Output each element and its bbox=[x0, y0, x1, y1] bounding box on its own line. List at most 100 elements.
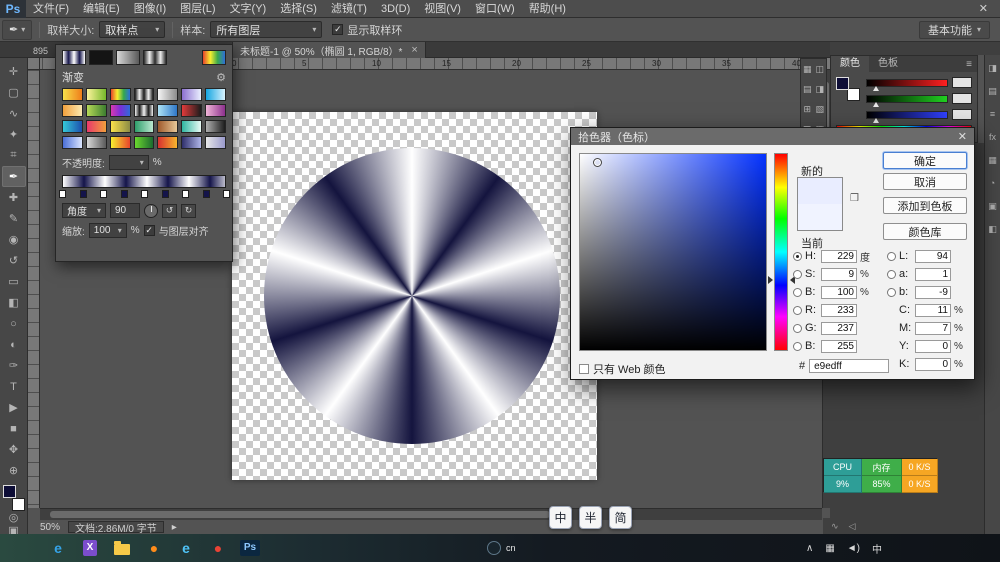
menu-item[interactable]: 窗口(W) bbox=[468, 0, 522, 18]
angle-dial[interactable] bbox=[144, 204, 158, 218]
menu-item[interactable]: 帮助(H) bbox=[522, 0, 573, 18]
gradient-preset-swatch[interactable] bbox=[157, 136, 178, 149]
gradient-preset-thumb[interactable] bbox=[89, 50, 113, 65]
field-input[interactable]: 11 bbox=[915, 304, 951, 317]
menu-item[interactable]: 选择(S) bbox=[273, 0, 324, 18]
color-libraries-button[interactable]: 颜色库 bbox=[883, 223, 967, 240]
menu-item[interactable]: 编辑(E) bbox=[76, 0, 127, 18]
saturation-brightness-field[interactable] bbox=[579, 153, 767, 351]
gradient-preset-swatch[interactable] bbox=[134, 88, 155, 101]
color-slider-track[interactable] bbox=[866, 79, 948, 87]
menu-item[interactable]: 文件(F) bbox=[26, 0, 76, 18]
field-input[interactable]: 0 bbox=[915, 358, 951, 371]
gradient-stop[interactable] bbox=[223, 190, 230, 198]
gradient-preset-swatch[interactable] bbox=[181, 120, 202, 133]
gradient-preset-swatch[interactable] bbox=[62, 88, 83, 101]
field-radio[interactable] bbox=[887, 252, 896, 261]
field-radio[interactable] bbox=[793, 342, 802, 351]
panel-dock-icon[interactable]: ▦ bbox=[988, 154, 997, 166]
panel-dock-icon[interactable]: ▤ bbox=[801, 79, 814, 99]
document-canvas[interactable] bbox=[232, 112, 597, 480]
menu-item[interactable]: 图像(I) bbox=[127, 0, 173, 18]
ime-circle-icon[interactable] bbox=[487, 541, 501, 555]
field-input[interactable]: -9 bbox=[915, 286, 951, 299]
field-input[interactable]: 0 bbox=[915, 340, 951, 353]
panel-dock-icon[interactable]: ⊞ bbox=[801, 99, 814, 119]
panel-footer-icon[interactable]: ◁ bbox=[849, 521, 856, 532]
tab-swatches[interactable]: 色板 bbox=[869, 56, 907, 72]
field-input[interactable]: 7 bbox=[915, 322, 951, 335]
gradient-stop[interactable] bbox=[203, 190, 210, 198]
color-slider-handle[interactable] bbox=[873, 86, 879, 91]
gradient-preset-swatch[interactable] bbox=[134, 136, 155, 149]
panel-dock-icon[interactable]: ▦ bbox=[801, 59, 814, 79]
clone-stamp-tool[interactable]: ◉ bbox=[2, 229, 26, 250]
ime-button[interactable]: 中 bbox=[549, 506, 572, 529]
gradient-stop[interactable] bbox=[162, 190, 169, 198]
window-close-icon[interactable]: ✕ bbox=[967, 2, 1000, 15]
gradient-preset-swatch[interactable] bbox=[110, 88, 131, 101]
foreground-background-swatches[interactable] bbox=[2, 485, 26, 511]
color-slider-handle[interactable] bbox=[873, 118, 879, 123]
horizontal-scrollbar[interactable] bbox=[40, 508, 822, 520]
dialog-title-bar[interactable]: 拾色器（色标） ✕ bbox=[571, 128, 974, 145]
sample-dropdown[interactable]: 所有图层 ▾ bbox=[210, 21, 322, 38]
hue-slider[interactable] bbox=[774, 153, 788, 351]
gradient-preset-swatch[interactable] bbox=[62, 104, 83, 117]
panel-dock-icon[interactable]: ▧ bbox=[814, 99, 827, 119]
web-only-checkbox[interactable]: 只有 Web 颜色 bbox=[579, 361, 666, 377]
file-explorer-icon[interactable] bbox=[106, 534, 138, 562]
rotate-ccw-button[interactable]: ↺ bbox=[162, 204, 177, 218]
status-arrow-icon[interactable]: ▸ bbox=[172, 522, 177, 533]
color-field-marker[interactable] bbox=[593, 158, 602, 167]
color-slider-value[interactable] bbox=[952, 77, 972, 88]
panel-dock-icon[interactable]: ◧ bbox=[988, 223, 997, 235]
ime-button[interactable]: 简 bbox=[609, 506, 632, 529]
field-radio[interactable] bbox=[793, 270, 802, 279]
panel-fg-bg-swatches[interactable] bbox=[836, 77, 860, 101]
lasso-tool[interactable]: ∿ bbox=[2, 103, 26, 124]
show-sampling-ring-checkbox[interactable]: ✓ 显示取样环 bbox=[332, 22, 402, 38]
gradient-stop[interactable] bbox=[100, 190, 107, 198]
pen-tool[interactable]: ✑ bbox=[2, 355, 26, 376]
opacity-input[interactable]: ▾ bbox=[109, 155, 149, 170]
gradient-tool[interactable]: ◧ bbox=[2, 292, 26, 313]
panel-menu-icon[interactable]: ≡ bbox=[961, 59, 977, 70]
web-cube-icon[interactable]: ❒ bbox=[850, 193, 859, 204]
blur-tool[interactable]: ○ bbox=[2, 313, 26, 334]
gradient-preset-swatch[interactable] bbox=[110, 120, 131, 133]
workspace-switcher-button[interactable]: 基本功能 ▾ bbox=[919, 21, 990, 39]
angle-input[interactable]: 90 bbox=[110, 203, 140, 218]
firefox-icon[interactable]: ● bbox=[138, 534, 170, 562]
ime-button[interactable]: 半 bbox=[579, 506, 602, 529]
panel-dock-icon[interactable]: ◨ bbox=[988, 62, 997, 74]
color-slider-value[interactable] bbox=[952, 93, 972, 104]
panel-dock-icon[interactable]: ◫ bbox=[814, 59, 827, 79]
foreground-color-swatch[interactable] bbox=[3, 485, 16, 498]
menu-item[interactable]: 视图(V) bbox=[417, 0, 468, 18]
background-color-swatch[interactable] bbox=[12, 498, 25, 511]
healing-brush-tool[interactable]: ✚ bbox=[2, 187, 26, 208]
hand-tool[interactable]: ✥ bbox=[2, 439, 26, 460]
tab-color[interactable]: 颜色 bbox=[831, 56, 869, 72]
menu-item[interactable]: 图层(L) bbox=[173, 0, 222, 18]
field-input[interactable]: 237 bbox=[821, 322, 857, 335]
quick-selection-tool[interactable]: ✦ bbox=[2, 124, 26, 145]
panel-dock-icon[interactable]: ◔ bbox=[990, 177, 995, 189]
field-input[interactable]: 1 bbox=[915, 268, 951, 281]
gradient-stop[interactable] bbox=[121, 190, 128, 198]
panel-dock-icon[interactable]: ▣ bbox=[988, 200, 997, 212]
color-slider-handle[interactable] bbox=[873, 102, 879, 107]
360-browser-icon[interactable]: ● bbox=[202, 534, 234, 562]
tray-icon[interactable]: ▦ bbox=[825, 543, 834, 554]
field-radio[interactable] bbox=[793, 288, 802, 297]
eyedropper-tool[interactable]: ✒ bbox=[2, 166, 26, 187]
panel-dock-icon[interactable]: fx bbox=[989, 131, 996, 143]
menu-item[interactable]: 3D(D) bbox=[374, 0, 417, 18]
menu-item[interactable]: 文字(Y) bbox=[223, 0, 274, 18]
field-radio[interactable] bbox=[887, 270, 896, 279]
gradient-preset-swatch[interactable] bbox=[134, 120, 155, 133]
gradient-preset-swatch[interactable] bbox=[205, 104, 226, 117]
color-slider-track[interactable] bbox=[866, 111, 948, 119]
tray-icon[interactable]: ∧ bbox=[806, 543, 813, 554]
